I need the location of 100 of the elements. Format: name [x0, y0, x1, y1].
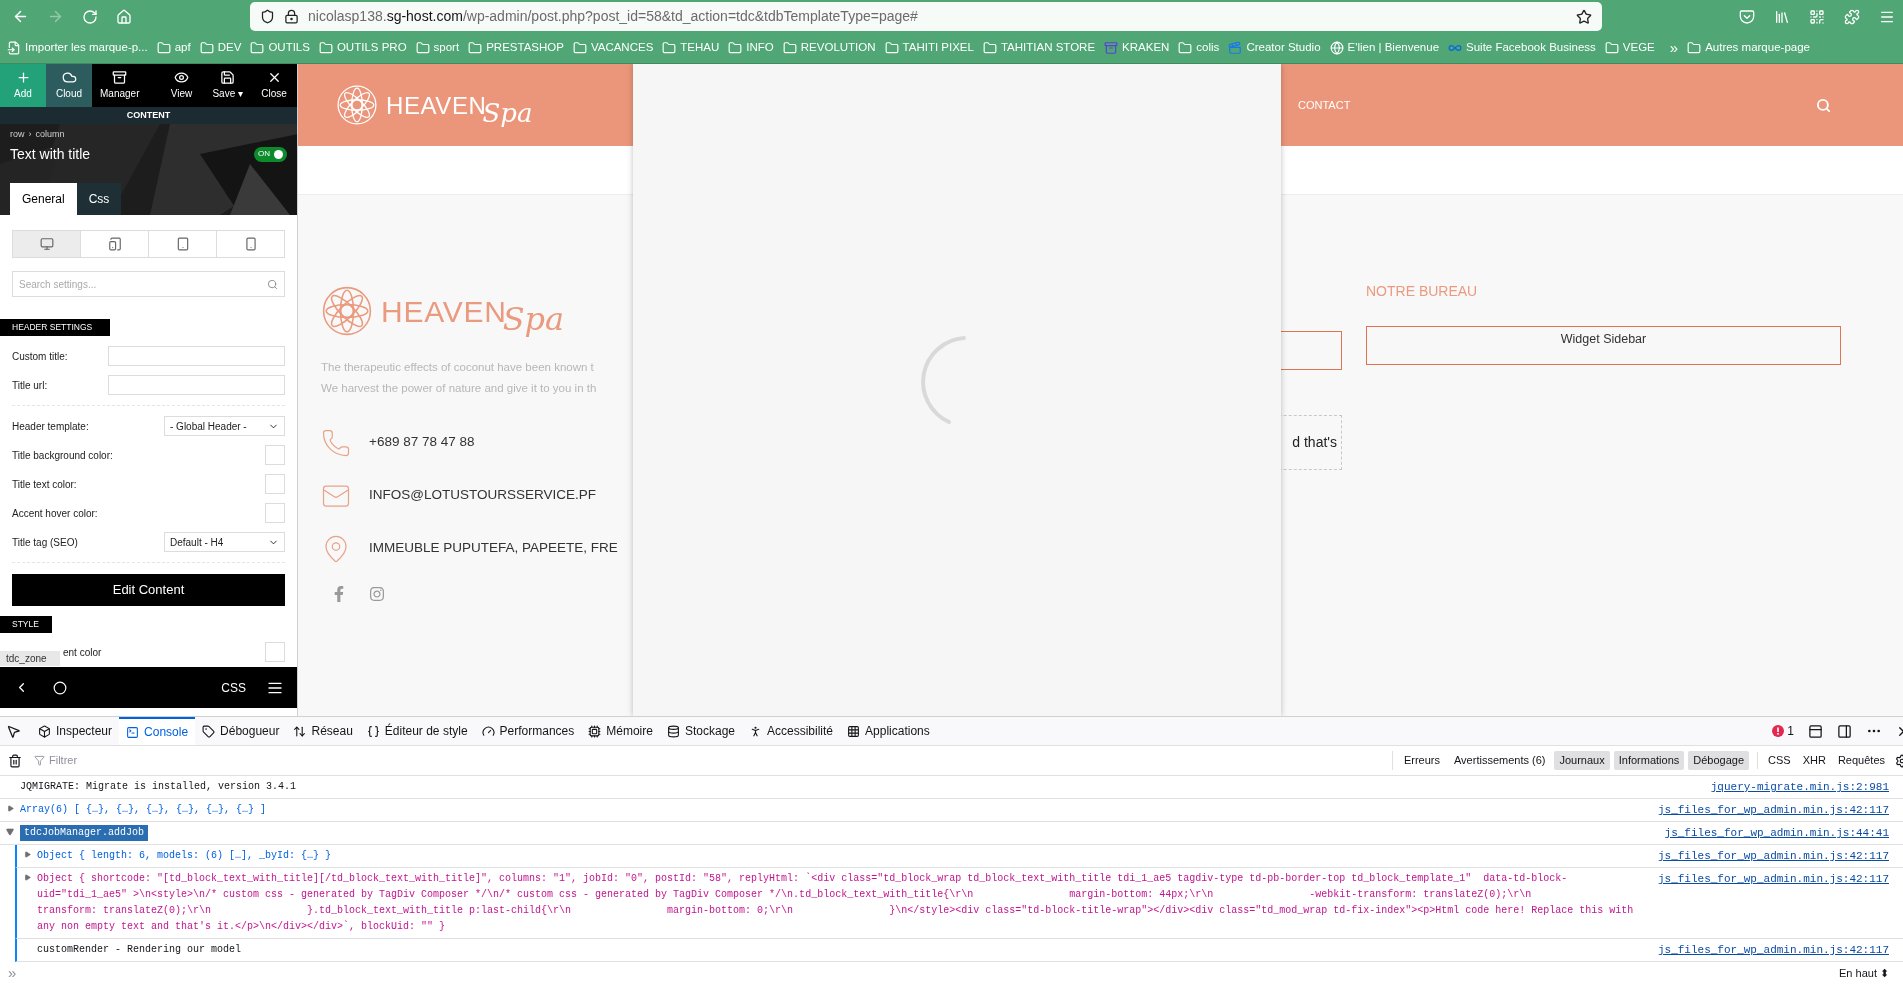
- trash-icon[interactable]: [8, 753, 22, 768]
- console-message[interactable]: Array(6) [ {…}, {…}, {…}, {…}, {…}, {…} ]: [20, 802, 267, 818]
- color-swatch[interactable]: [265, 642, 285, 662]
- dock-icon[interactable]: [1837, 723, 1852, 739]
- console-message[interactable]: Object { shortcode: "[td_block_text_with_title][/td_block_text_with_title]", columns: "1", jobId: "0", postId: "58", replyHtml: `<div class="td_block_wrap td_block_text_with_title tdi_1_ae5 tagdiv-type td-pb-border-top td_block_template_1" data-td-block- uid="tdi_1_ae5" >\n<style>\n/* custom css - generated by TagDiv Composer */\n/* custom css - generated by TagDiv Composer */\n.td_block_text_with_title{\r\n margin-bottom: 44px;\r\n -webkit-transform: translateZ(0);\r\n transform: translateZ(0);\r\n }.td_block_text_with_title p:last-child{\r\n margin-bottom: 0;\r\n }\n</style><div class="td-block-title-wrap"></div><div class="td_mod_wrap td-fix-index"><p>Html code here! Replace this with any non empty text and that's it.</p>\n</div></div>`, blockUid: "" }: [37, 871, 1634, 935]
- cloud-icon: [61, 70, 77, 85]
- folder-icon: [1687, 41, 1702, 55]
- cloud-button[interactable]: Cloud: [46, 64, 92, 107]
- source-link[interactable]: js_files_for_wp_admin.min.js:42:117: [1657, 871, 1889, 887]
- tooltip: tdc_zone: [0, 651, 60, 666]
- reload-icon[interactable]: [82, 8, 98, 25]
- devtools-tab[interactable]: Applications: [840, 717, 937, 745]
- shield-icon[interactable]: [260, 9, 275, 24]
- source-link[interactable]: js_files_for_wp_admin.min.js:42:117: [1657, 942, 1889, 958]
- pocket-icon[interactable]: [1739, 8, 1755, 25]
- source-link[interactable]: jquery-migrate.min.js:2:981: [1710, 779, 1889, 795]
- tablet-landscape-icon: [107, 237, 122, 251]
- field-label: Custom title:: [12, 349, 68, 364]
- url-text[interactable]: nicolasp138.sg-host.com/wp-admin/post.php?post_id=58&td_action=tdc&tdbTemplateType=page#: [308, 6, 918, 27]
- position-selector[interactable]: En haut ⬍: [1839, 964, 1889, 982]
- text-input[interactable]: [108, 375, 285, 395]
- devtools-tab[interactable]: Inspecteur: [31, 717, 120, 745]
- panel-tab[interactable]: Css: [76, 183, 122, 215]
- collapsed-triangle-icon[interactable]: [23, 851, 31, 858]
- edit-content-button[interactable]: Edit Content: [12, 574, 285, 606]
- console-message[interactable]: Object { length: 6, models: (6) […], _byId: {…} }: [37, 848, 332, 864]
- color-swatch[interactable]: [265, 503, 285, 523]
- source-link[interactable]: js_files_for_wp_admin.min.js:42:117: [1657, 848, 1889, 864]
- section-label: STYLE: [0, 616, 52, 633]
- field-label: Title background color:: [12, 448, 113, 463]
- color-swatch[interactable]: [265, 474, 285, 494]
- devtools-tab[interactable]: Réseau: [286, 717, 360, 745]
- description-text: We harvest the power of nature and give it to you in th: [321, 381, 598, 397]
- tablet-icon: [175, 237, 190, 251]
- layout-icon[interactable]: [1808, 723, 1823, 739]
- breadcrumb-link[interactable]: column: [35, 128, 65, 142]
- devtools-tab[interactable]: Console: [119, 717, 196, 745]
- source-link[interactable]: js_files_for_wp_admin.min.js:44:41: [1664, 825, 1889, 841]
- desktop-view-button[interactable]: [13, 231, 80, 257]
- console-group-label[interactable]: tdcJobManager.addJob: [20, 825, 149, 841]
- folder-icon: [199, 41, 214, 55]
- color-swatch[interactable]: [265, 445, 285, 465]
- memory-icon: [588, 724, 602, 738]
- field-label: Title url:: [12, 378, 48, 393]
- dropdown[interactable]: Default - H4: [164, 532, 285, 552]
- log-level-filter[interactable]: Erreurs: [1398, 751, 1445, 770]
- log-level-filter[interactable]: Journaux: [1554, 751, 1610, 770]
- request-type-filter[interactable]: CSS: [1764, 752, 1795, 769]
- folder-icon: [982, 41, 997, 55]
- camera-icon[interactable]: [369, 585, 385, 602]
- breadcrumb-separator: ›: [28, 128, 32, 141]
- error-icon[interactable]: [1772, 725, 1785, 737]
- qr-code-icon[interactable]: [1809, 8, 1825, 25]
- extensions-icon[interactable]: [1844, 8, 1860, 25]
- folder-icon: [156, 41, 171, 55]
- search-icon[interactable]: [1816, 97, 1831, 113]
- address-bar[interactable]: nicolasp138.sg-host.com/wp-admin/post.php?post_id=58&td_action=tdc&tdbTemplateType=page#: [250, 2, 1602, 31]
- circle-icon[interactable]: [53, 680, 67, 695]
- folder-icon: [1604, 41, 1619, 55]
- devtools-tab[interactable]: Éditeur de style: [359, 717, 475, 745]
- request-type-filter[interactable]: Requêtes: [1833, 752, 1889, 769]
- library-icon[interactable]: [1774, 8, 1790, 25]
- phone-icon: [243, 237, 258, 251]
- console-icon: [126, 725, 140, 739]
- bookmark-star-icon[interactable]: [1576, 8, 1592, 25]
- folder-icon: [468, 41, 483, 55]
- element-picker-icon[interactable]: [6, 723, 21, 739]
- devtools-tab[interactable]: Mémoire: [581, 717, 660, 745]
- field-label: Title tag (SEO): [12, 535, 78, 550]
- log-level-filter[interactable]: Débogage: [1688, 751, 1750, 770]
- request-type-filter[interactable]: XHR: [1798, 752, 1830, 769]
- phone-icon: [321, 427, 351, 458]
- breadcrumb-link[interactable]: row: [10, 128, 25, 142]
- css-button[interactable]: CSS: [221, 678, 246, 697]
- field-label: Header template:: [12, 419, 89, 434]
- text-input[interactable]: [108, 346, 285, 366]
- contact-text: +689 87 78 47 88: [369, 433, 475, 452]
- log-level-filter[interactable]: Informations: [1613, 751, 1685, 770]
- field-label: ent color: [63, 645, 102, 660]
- devtools-tab[interactable]: Débogueur: [195, 717, 287, 745]
- devtools-tab[interactable]: Accessibilité: [742, 717, 841, 745]
- applications-icon: [847, 724, 861, 738]
- source-link[interactable]: js_files_for_wp_admin.min.js:42:117: [1657, 802, 1889, 818]
- insecure-lock-icon[interactable]: [284, 9, 299, 24]
- description-text: The therapeutic effects of coconut have been known t: [321, 360, 595, 375]
- collapsed-triangle-icon[interactable]: [23, 874, 31, 881]
- devtools-tab[interactable]: Performances: [474, 717, 582, 745]
- folder-icon: [572, 41, 587, 55]
- folder-icon: [662, 41, 677, 55]
- home-icon[interactable]: [116, 8, 132, 25]
- devtools-tab[interactable]: Stockage: [659, 717, 742, 745]
- expanded-triangle-icon[interactable]: [6, 828, 14, 836]
- error-count[interactable]: 1: [1787, 722, 1794, 740]
- log-level-filter[interactable]: Avertissements (6): [1448, 751, 1551, 770]
- panel-tab[interactable]: General: [10, 183, 77, 215]
- collapsed-triangle-icon[interactable]: [6, 805, 14, 812]
- eye-icon: [173, 70, 189, 85]
- folder-icon: [884, 41, 899, 55]
- dropdown[interactable]: - Global Header -: [164, 416, 285, 436]
- console-message: JQMIGRATE: Migrate is installed, version 3.4.1: [20, 780, 297, 794]
